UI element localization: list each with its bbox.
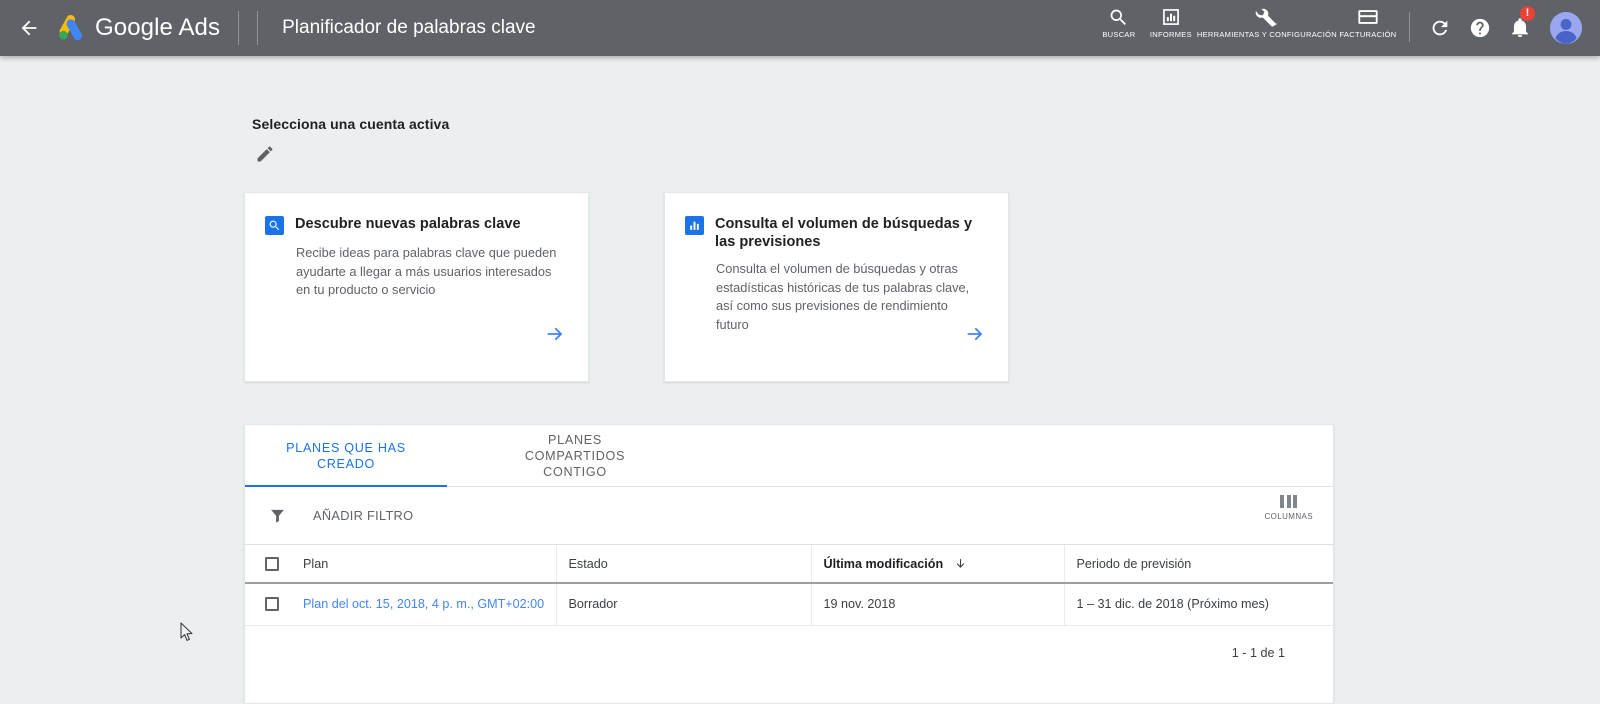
search-square-icon <box>265 216 284 235</box>
card-description: Recibe ideas para palabras clave que pue… <box>296 245 557 297</box>
toolbar-separator <box>1409 12 1410 42</box>
columns-icon <box>1280 495 1298 508</box>
header-divider-1 <box>238 11 240 45</box>
columns-button[interactable]: COLUMNAS <box>1264 495 1313 521</box>
row-checkbox[interactable] <box>265 597 279 612</box>
card-header: Consulta el volumen de búsquedas y las p… <box>665 193 1008 251</box>
back-button[interactable] <box>16 15 42 41</box>
cell-plan: Plan del oct. 15, 2018, 4 p. m., GMT+02:… <box>291 583 557 625</box>
column-header-periodo-de-prevision[interactable]: Periodo de previsión <box>1064 545 1333 583</box>
pencil-edit-icon <box>257 146 273 162</box>
column-header-label: Última modificación <box>823 556 944 571</box>
notifications-badge: ! <box>1520 6 1535 21</box>
notifications-button[interactable]: ! <box>1500 0 1540 56</box>
header-divider-2 <box>257 11 259 45</box>
top-app-bar: Google Ads Planificador de palabras clav… <box>0 0 1600 56</box>
arrow-right-icon[interactable] <box>964 323 986 345</box>
bar-chart-square-icon <box>685 216 704 235</box>
cell-estado: Borrador <box>556 583 812 625</box>
help-button[interactable] <box>1460 0 1500 56</box>
mouse-cursor <box>180 622 193 641</box>
toolbar-label-informes: INFORMES <box>1149 30 1192 39</box>
user-avatar-icon <box>1550 12 1582 44</box>
toolbar-item-buscar[interactable]: BUSCAR <box>1093 0 1145 40</box>
help-question-icon <box>1470 18 1490 38</box>
table-header-row: Plan Estado Última modificación Periodo … <box>245 545 1333 583</box>
cell-periodo-prevision: 1 – 31 dic. de 2018 (Próximo mes) <box>1076 597 1270 612</box>
plans-tabs: PLANES QUE HAS CREADO PLANES COMPARTIDOS… <box>245 425 1333 487</box>
card-header: Descubre nuevas palabras clave <box>245 193 588 235</box>
select-all-cell <box>245 545 291 583</box>
funnel-filter-icon[interactable] <box>267 507 287 524</box>
edit-account-button[interactable] <box>250 139 280 169</box>
table-row[interactable]: Plan del oct. 15, 2018, 4 p. m., GMT+02:… <box>245 583 1333 625</box>
arrow-right-icon[interactable] <box>544 323 566 345</box>
page-title: Planificador de palabras clave <box>282 17 536 38</box>
toolbar-item-informes[interactable]: INFORMES <box>1145 0 1197 40</box>
brand-text: Google Ads <box>95 14 220 42</box>
refresh-button[interactable] <box>1420 0 1460 56</box>
column-header-ultima-modificacion[interactable]: Última modificación <box>811 545 1065 583</box>
toolbar-label-herramientas: HERRAMIENTAS Y CONFIGURACIÓN <box>1196 30 1337 39</box>
sort-descending-arrow-icon <box>956 558 964 568</box>
credit-card-icon <box>1357 6 1379 28</box>
arrow-left-icon <box>21 20 37 36</box>
toolbar-item-herramientas[interactable]: HERRAMIENTAS Y CONFIGURACIÓN <box>1197 0 1337 40</box>
google-ads-logo[interactable]: Google Ads <box>56 14 220 42</box>
account-selector-label: Selecciona una cuenta activa <box>252 116 450 132</box>
add-filter-button[interactable]: AÑADIR FILTRO <box>313 508 413 523</box>
card-title: Descubre nuevas palabras clave <box>295 216 521 232</box>
brand-ads: Ads <box>173 14 221 41</box>
select-all-checkbox[interactable] <box>265 556 279 571</box>
card-title: Consulta el volumen de búsquedas y las p… <box>715 216 973 250</box>
card-search-volume-forecasts[interactable]: Consulta el volumen de búsquedas y las p… <box>664 192 1009 382</box>
tab-planes-que-has-creado[interactable]: PLANES QUE HAS CREADO <box>245 425 447 487</box>
toolbar-label-facturacion: FACTURACIÓN <box>1339 30 1397 39</box>
wrench-tools-icon <box>1255 6 1278 28</box>
search-icon <box>1108 6 1129 28</box>
column-header-plan[interactable]: Plan <box>291 545 557 583</box>
row-select-cell <box>245 583 291 625</box>
column-header-estado[interactable]: Estado <box>556 545 812 583</box>
pagination: 1 - 1 de 1 <box>1231 645 1285 660</box>
card-discover-keywords[interactable]: Descubre nuevas palabras clave Recibe id… <box>244 192 589 382</box>
plans-table: Plan Estado Última modificación Periodo … <box>245 545 1333 626</box>
google-ads-logo-icon <box>59 15 83 41</box>
columns-label: COLUMNAS <box>1264 512 1313 521</box>
plan-link[interactable]: Plan del oct. 15, 2018, 4 p. m., GMT+02:… <box>303 597 544 611</box>
refresh-icon <box>1432 20 1448 36</box>
brand-google: Google <box>95 14 173 41</box>
cell-ultima-modificacion: 19 nov. 2018 <box>811 583 1065 625</box>
filter-bar: AÑADIR FILTRO COLUMNAS <box>245 487 1333 545</box>
card-description: Consulta el volumen de búsquedas y otras… <box>716 261 970 332</box>
reports-bar-chart-icon <box>1161 6 1181 28</box>
plans-panel: PLANES QUE HAS CREADO PLANES COMPARTIDOS… <box>244 424 1334 704</box>
avatar[interactable] <box>1550 12 1582 44</box>
toolbar-item-facturacion[interactable]: FACTURACIÓN <box>1337 0 1399 40</box>
top-bar-actions: BUSCAR INFORMES HERRAMIENTAS Y CONFIGURA… <box>1093 0 1600 56</box>
tab-planes-compartidos-contigo[interactable]: PLANES COMPARTIDOS CONTIGO <box>475 425 675 486</box>
toolbar-label-buscar: BUSCAR <box>1102 30 1136 39</box>
